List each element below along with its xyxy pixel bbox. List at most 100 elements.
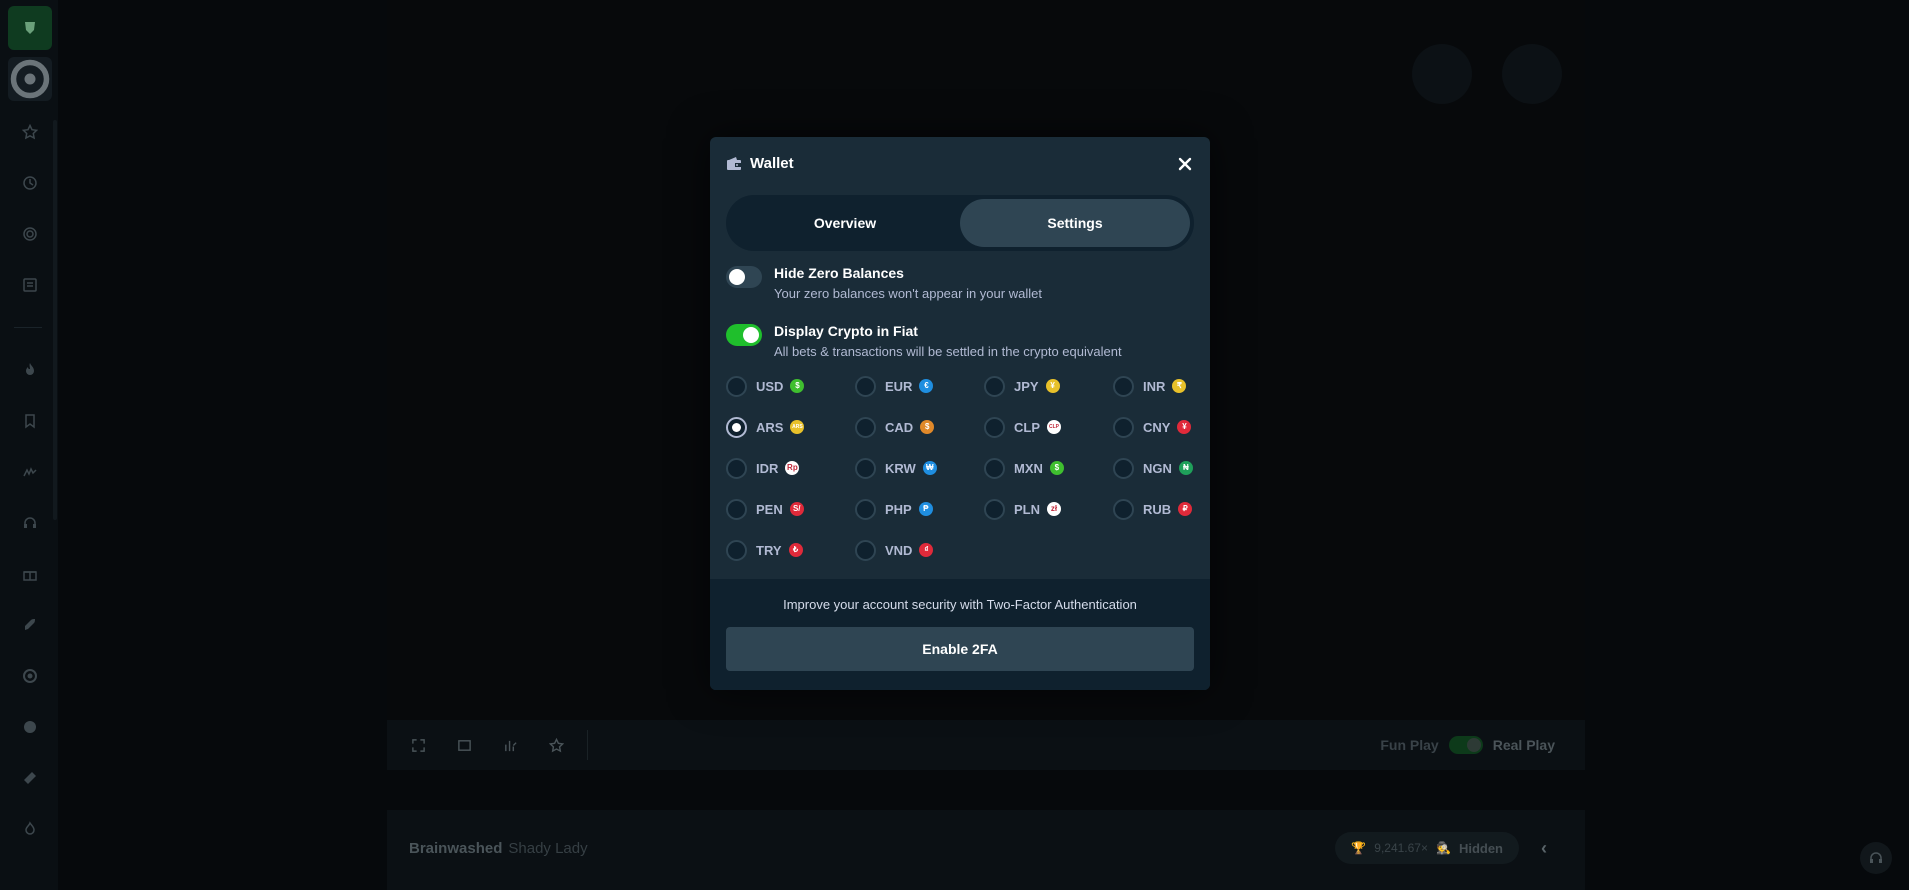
currency-option-cny[interactable]: CNY ¥ xyxy=(1113,416,1206,438)
logo-icon[interactable] xyxy=(8,6,52,50)
currency-code: IDR xyxy=(756,460,779,476)
currency-radio[interactable] xyxy=(726,539,747,561)
record-amount: 9,241.67× xyxy=(1374,841,1428,855)
casino-icon[interactable] xyxy=(8,57,52,101)
currency-radio[interactable] xyxy=(1113,457,1134,479)
currency-option-clp[interactable]: CLP CLP xyxy=(984,416,1113,438)
tab-overview[interactable]: Overview xyxy=(730,199,960,247)
currency-radio[interactable] xyxy=(726,416,747,438)
left-sidebar xyxy=(0,0,58,890)
currency-radio[interactable] xyxy=(726,498,747,520)
headset-icon[interactable] xyxy=(8,503,52,543)
currency-coin-icon: $ xyxy=(920,420,935,434)
top-action-button[interactable] xyxy=(1502,44,1562,104)
currency-radio[interactable] xyxy=(1113,416,1134,438)
target-icon[interactable] xyxy=(8,214,52,254)
currency-code: KRW xyxy=(885,460,916,476)
hide-zero-balances-toggle[interactable] xyxy=(726,266,762,288)
rocket-icon[interactable] xyxy=(8,605,52,645)
currency-coin-icon: ₽ xyxy=(1178,502,1193,516)
currency-radio[interactable] xyxy=(984,375,1005,397)
setting-title: Display Crypto in Fiat xyxy=(774,323,918,339)
bookmark-icon[interactable] xyxy=(8,401,52,441)
flame-icon[interactable] xyxy=(8,809,52,849)
currency-option-rub[interactable]: RUB ₽ xyxy=(1113,498,1206,520)
sidebar-scrollbar[interactable] xyxy=(53,120,57,520)
record-badge[interactable]: 🏆 9,241.67× 🕵 Hidden xyxy=(1335,832,1519,864)
currency-option-try[interactable]: TRY ₺ xyxy=(726,539,855,561)
display-crypto-in-fiat-toggle[interactable] xyxy=(726,324,762,346)
chip-icon[interactable] xyxy=(8,656,52,696)
list-icon[interactable] xyxy=(8,265,52,305)
setting-title: Hide Zero Balances xyxy=(774,265,904,281)
headset-icon xyxy=(1870,852,1882,863)
currency-coin-icon: ₹ xyxy=(1172,379,1187,393)
top-action-button[interactable] xyxy=(1412,44,1472,104)
live-support-button[interactable] xyxy=(1860,842,1892,874)
modal-footer: Improve your account security with Two-F… xyxy=(710,579,1210,690)
currency-option-vnd[interactable]: VND ₫ xyxy=(855,539,984,561)
currency-option-eur[interactable]: EUR € xyxy=(855,375,984,397)
slots-icon[interactable] xyxy=(8,452,52,492)
currency-code: MXN xyxy=(1014,460,1043,476)
trophy-icon: 🏆 xyxy=(1351,841,1367,855)
currency-option-idr[interactable]: IDR Rp xyxy=(726,457,855,479)
currency-coin-icon: ₩ xyxy=(922,461,937,475)
currency-radio[interactable] xyxy=(1113,498,1134,520)
currency-option-pln[interactable]: PLN zł xyxy=(984,498,1113,520)
currency-option-ars[interactable]: ARS ARS xyxy=(726,416,855,438)
currency-option-inr[interactable]: INR ₹ xyxy=(1113,375,1206,397)
currency-radio[interactable] xyxy=(726,457,747,479)
currency-radio[interactable] xyxy=(1113,375,1134,397)
game-title: Brainwashed xyxy=(409,840,503,857)
fullscreen-icon[interactable] xyxy=(395,720,441,770)
currency-option-usd[interactable]: USD $ xyxy=(726,375,855,397)
play-mode-toggle[interactable] xyxy=(1448,736,1483,754)
close-button[interactable] xyxy=(1176,155,1194,173)
currency-coin-icon: ₦ xyxy=(1178,461,1193,475)
currency-radio[interactable] xyxy=(984,457,1005,479)
game-info-bar: Brainwashed Shady Lady 🏆 9,241.67× 🕵 Hidd… xyxy=(387,810,1585,890)
game-provider[interactable]: Shady Lady xyxy=(508,840,587,857)
currency-radio[interactable] xyxy=(855,375,876,397)
currency-radio[interactable] xyxy=(726,375,747,397)
stats-icon[interactable] xyxy=(487,720,533,770)
currency-radio[interactable] xyxy=(984,498,1005,520)
currency-radio[interactable] xyxy=(984,416,1005,438)
currency-code: RUB xyxy=(1143,501,1172,517)
promo-icon[interactable] xyxy=(8,758,52,798)
currency-radio[interactable] xyxy=(855,539,876,561)
currency-coin-icon: ₫ xyxy=(919,543,934,557)
sidebar-divider xyxy=(14,327,42,328)
currency-option-mxn[interactable]: MXN $ xyxy=(984,457,1113,479)
star-icon[interactable] xyxy=(8,112,52,152)
currency-coin-icon: $ xyxy=(1049,461,1064,475)
currency-option-jpy[interactable]: JPY ¥ xyxy=(984,375,1113,397)
currency-option-php[interactable]: PHP ₱ xyxy=(855,498,984,520)
wallet-modal: Wallet Overview Settings Hide Zero Balan… xyxy=(710,137,1210,690)
tab-settings[interactable]: Settings xyxy=(960,199,1190,247)
theatre-mode-icon[interactable] xyxy=(441,720,487,770)
currency-radio[interactable] xyxy=(855,416,876,438)
wallet-icon xyxy=(727,156,741,170)
currency-code: INR xyxy=(1143,378,1166,394)
sports-ball-icon[interactable] xyxy=(8,707,52,747)
chevron-left-icon[interactable]: ‹ xyxy=(1541,838,1555,858)
close-icon xyxy=(1178,157,1192,171)
currency-coin-icon: Rp xyxy=(785,461,800,475)
enable-2fa-button[interactable]: Enable 2FA xyxy=(726,627,1194,671)
fire-icon[interactable] xyxy=(8,350,52,390)
currency-code: NGN xyxy=(1143,460,1172,476)
favourite-star-icon[interactable] xyxy=(533,720,579,770)
currency-option-ngn[interactable]: NGN ₦ xyxy=(1113,457,1206,479)
currency-coin-icon: ₱ xyxy=(918,502,933,516)
currency-option-pen[interactable]: PEN S/ xyxy=(726,498,855,520)
currency-coin-icon: $ xyxy=(790,379,805,393)
history-icon[interactable] xyxy=(8,163,52,203)
currency-option-cad[interactable]: CAD $ xyxy=(855,416,984,438)
currency-code: ARS xyxy=(756,419,784,435)
currency-radio[interactable] xyxy=(855,457,876,479)
currency-radio[interactable] xyxy=(855,498,876,520)
currency-option-krw[interactable]: KRW ₩ xyxy=(855,457,984,479)
gift-icon[interactable] xyxy=(8,554,52,594)
